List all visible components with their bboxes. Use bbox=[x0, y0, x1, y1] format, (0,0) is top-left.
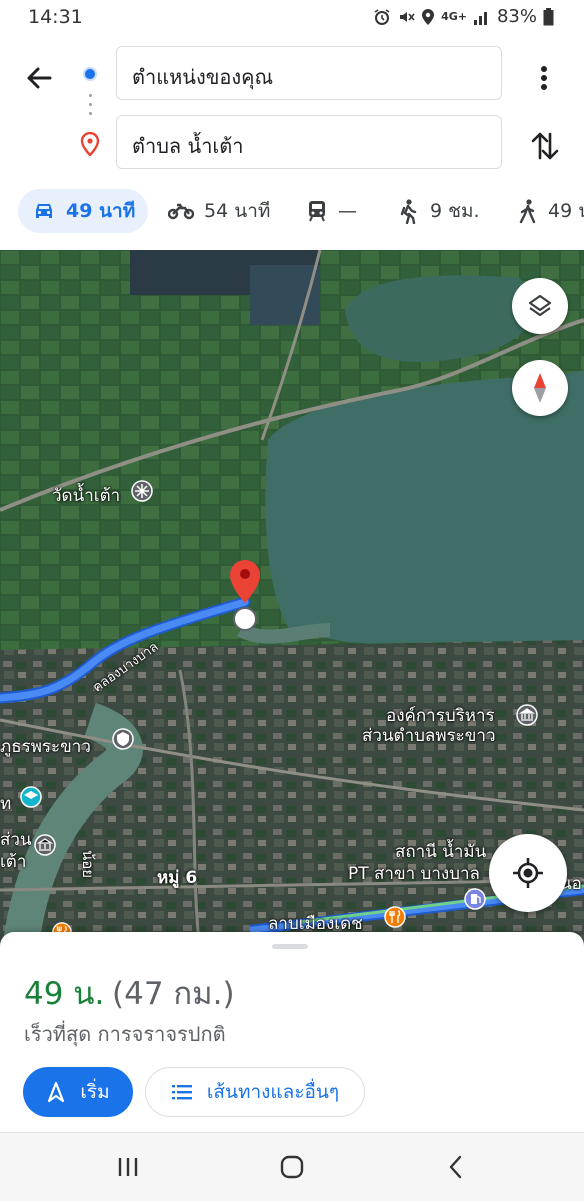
mute-icon bbox=[400, 11, 415, 22]
alarm-icon bbox=[374, 8, 390, 25]
route-description: เร็วที่สุด การจราจรปกติ bbox=[24, 1022, 226, 1046]
tab-motorcycle[interactable]: 54 นาที bbox=[168, 189, 270, 233]
home-button[interactable] bbox=[272, 1149, 312, 1185]
battery-level: 83% bbox=[496, 6, 537, 27]
walking-icon bbox=[519, 199, 536, 224]
layers-icon bbox=[528, 294, 552, 317]
tab-hike[interactable]: 49 น bbox=[516, 189, 584, 233]
route-connector bbox=[89, 94, 92, 122]
origin-field-value: ตำแหน่งของคุณ bbox=[132, 65, 274, 89]
map-label-village: หมู่ 6 bbox=[157, 868, 198, 888]
more-options-button[interactable] bbox=[530, 58, 558, 98]
list-icon bbox=[171, 1085, 192, 1100]
government-poi-icon[interactable] bbox=[516, 704, 538, 726]
compass-icon bbox=[534, 373, 546, 403]
tab-drive-label: 49 นาที bbox=[66, 200, 136, 222]
start-button-label: เริ่ม bbox=[80, 1081, 110, 1103]
tab-transit-label: — bbox=[338, 200, 357, 222]
destination-field-value: ตำบล น้ำเต้า bbox=[132, 134, 244, 158]
back-button[interactable] bbox=[20, 58, 60, 98]
directions-header: ตำแหน่งของคุณ ตำบล น้ำเต้า 49 นาที 54 นา… bbox=[0, 36, 584, 246]
map-label-station-line2[interactable]: PT สาขา บางบาล bbox=[348, 860, 480, 887]
layers-button[interactable] bbox=[512, 278, 568, 334]
steps-and-more-button[interactable]: เส้นทางและอื่นๆ bbox=[145, 1067, 365, 1117]
back-nav-button[interactable] bbox=[436, 1149, 476, 1185]
car-icon bbox=[36, 204, 52, 218]
recent-apps-button[interactable] bbox=[108, 1149, 148, 1185]
my-location-button[interactable] bbox=[489, 834, 567, 912]
swap-vert-icon bbox=[531, 132, 559, 160]
destination-field[interactable]: ตำบล น้ำเต้า bbox=[116, 115, 502, 169]
map-label-left-edge-1: ท bbox=[0, 794, 12, 814]
compass-button[interactable] bbox=[512, 360, 568, 416]
tab-drive[interactable]: 49 นาที bbox=[18, 189, 148, 233]
school-poi-icon[interactable] bbox=[20, 786, 42, 808]
navigation-arrow-icon bbox=[48, 1081, 65, 1103]
status-time: 14:31 bbox=[28, 6, 83, 28]
more-vert-icon bbox=[541, 66, 547, 90]
location-icon bbox=[422, 8, 435, 25]
network-type: 4G+ bbox=[441, 10, 467, 23]
home-icon bbox=[280, 1155, 304, 1179]
back-nav-icon bbox=[449, 1155, 462, 1179]
gas-station-poi-icon[interactable] bbox=[464, 888, 486, 910]
tab-transit[interactable]: — bbox=[306, 189, 357, 233]
signal-icon bbox=[473, 11, 487, 25]
map-label-org-line2[interactable]: ส่วนตำบลพระขาว bbox=[362, 722, 496, 749]
temple-poi-icon[interactable] bbox=[131, 480, 153, 502]
restaurant-poi-icon[interactable] bbox=[384, 906, 406, 928]
destination-pin-icon bbox=[80, 131, 100, 160]
map-label-left-place[interactable]: ภูธรพระขาว bbox=[0, 733, 91, 760]
route-duration: 49 น. bbox=[24, 976, 105, 1012]
destination-marker-icon[interactable] bbox=[225, 558, 265, 638]
steps-button-label: เส้นทางและอื่นๆ bbox=[206, 1081, 340, 1103]
route-summary-sheet[interactable]: 49 น. (47 กม.) เร็วที่สุด การจราจรปกติ เ… bbox=[0, 932, 584, 1132]
satellite-map[interactable]: วัดน้ำเต้า คลองบางบาล น้อย องค์การบริหาร… bbox=[0, 250, 584, 950]
my-location-icon bbox=[513, 858, 543, 888]
origin-field[interactable]: ตำแหน่งของคุณ bbox=[116, 46, 502, 100]
motorcycle-icon bbox=[168, 203, 194, 220]
office-poi-icon[interactable] bbox=[34, 834, 56, 856]
map-label-temple[interactable]: วัดน้ำเต้า bbox=[52, 482, 120, 509]
police-poi-icon[interactable] bbox=[112, 728, 134, 750]
tab-motorcycle-label: 54 นาที bbox=[204, 200, 271, 222]
hiking-icon bbox=[400, 199, 417, 224]
status-bar: 14:31 4G+ 83% bbox=[0, 0, 584, 36]
tab-walk-label: 9 ชม. bbox=[430, 200, 480, 222]
train-icon bbox=[309, 201, 325, 222]
tab-hike-label: 49 น bbox=[548, 200, 584, 222]
travel-mode-tabs: 49 นาที 54 นาที — 9 ชม. 49 น bbox=[0, 189, 584, 237]
origin-dot-icon bbox=[83, 67, 97, 81]
map-imagery bbox=[0, 250, 584, 950]
map-label-canal-2: น้อย bbox=[79, 850, 97, 879]
sheet-drag-handle[interactable] bbox=[272, 944, 308, 949]
arrow-back-icon bbox=[27, 67, 52, 89]
battery-icon bbox=[543, 7, 554, 25]
map-label-left-edge-3: เต้า bbox=[0, 852, 27, 872]
route-distance: (47 กม.) bbox=[112, 976, 235, 1012]
status-icons: 4G+ 83% bbox=[373, 6, 554, 27]
start-button[interactable]: เริ่ม bbox=[23, 1067, 133, 1117]
swap-button[interactable] bbox=[528, 128, 562, 164]
recent-apps-icon bbox=[118, 1158, 138, 1176]
system-navigation-bar bbox=[0, 1132, 584, 1201]
tab-walk[interactable]: 9 ชม. bbox=[398, 189, 480, 233]
